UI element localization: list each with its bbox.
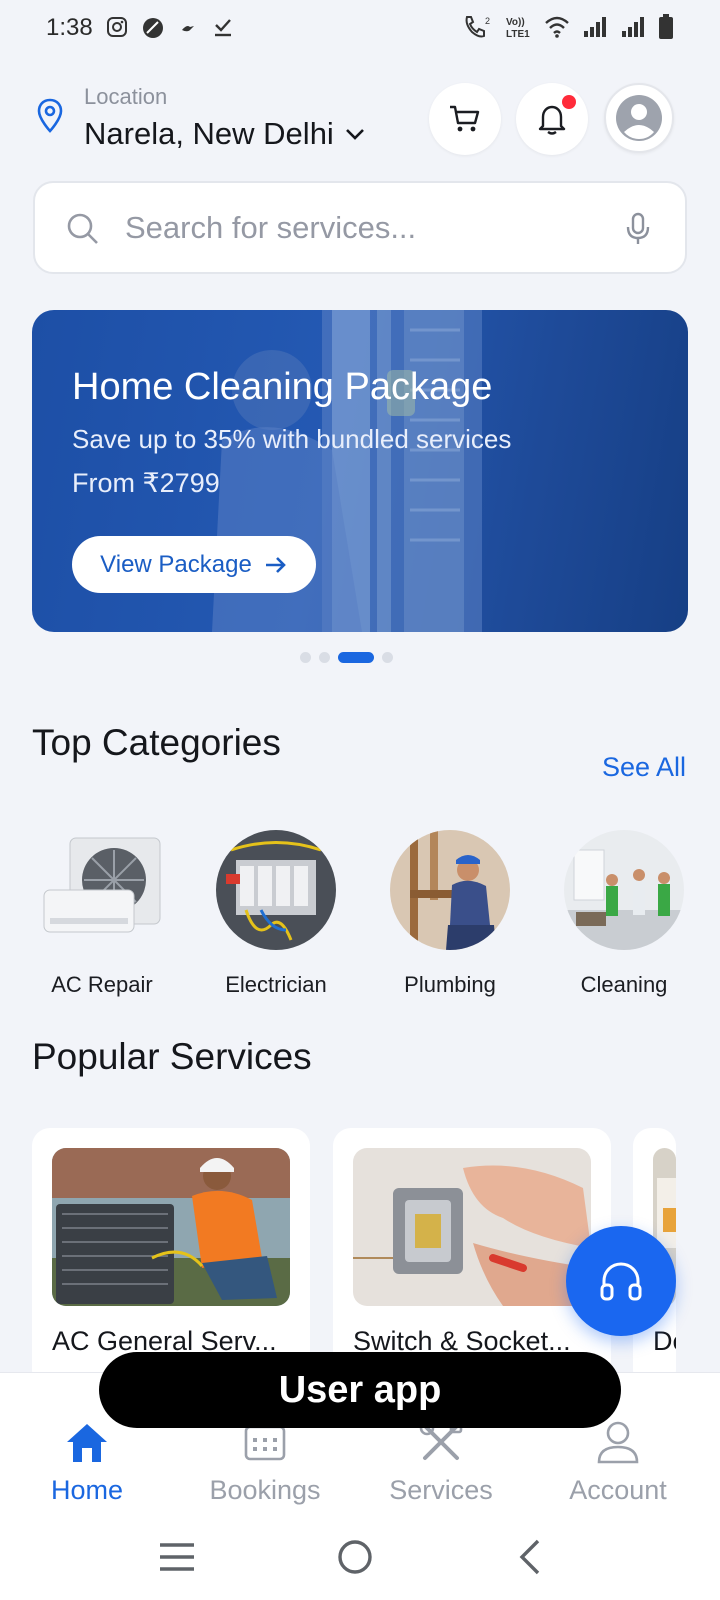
- chevron-down-icon: [345, 129, 364, 140]
- category-label: Plumbing: [404, 972, 496, 997]
- switch-service-image: [353, 1148, 591, 1306]
- nav-account[interactable]: Account: [543, 1417, 693, 1506]
- category-electrician[interactable]: Electrician: [196, 830, 356, 998]
- banner-subtitle: Save up to 35% with bundled services: [72, 424, 512, 454]
- recent-apps-icon[interactable]: [158, 1540, 196, 1574]
- wifi-icon: [545, 16, 569, 38]
- category-label: Cleaning: [580, 972, 668, 997]
- banner-title: Home Cleaning Package: [72, 366, 493, 408]
- svg-text:LTE1: LTE1: [506, 29, 530, 40]
- user-avatar-icon: [616, 95, 662, 141]
- category-cleaning[interactable]: Cleaning: [544, 830, 704, 998]
- calendar-icon: [244, 1425, 286, 1461]
- volte-call-icon: 2: [465, 16, 490, 38]
- back-icon[interactable]: [516, 1538, 542, 1576]
- location-label: Location: [84, 84, 168, 109]
- home-circle-icon[interactable]: [336, 1538, 374, 1576]
- search-icon: [67, 213, 98, 244]
- nav-home[interactable]: Home: [12, 1417, 162, 1506]
- see-all-link[interactable]: See All: [602, 752, 686, 783]
- check-icon: [215, 19, 231, 37]
- bell-icon: [538, 105, 566, 135]
- location-selector[interactable]: Narela, New Delhi: [84, 116, 366, 152]
- home-icon: [67, 1424, 107, 1462]
- bird-icon: [182, 26, 194, 32]
- nav-label: Bookings: [209, 1475, 321, 1505]
- profile-button[interactable]: [604, 83, 674, 153]
- signal-icon: [622, 17, 644, 37]
- app-icon: [143, 18, 163, 38]
- battery-icon: [659, 14, 673, 39]
- category-ac-repair[interactable]: AC Repair: [22, 830, 182, 998]
- search-bar[interactable]: [33, 181, 687, 274]
- signal-icon: [584, 17, 606, 37]
- category-plumbing[interactable]: Plumbing: [370, 830, 530, 998]
- category-label: AC Repair: [51, 972, 153, 997]
- lte-icon: Vo)) LTE1: [506, 17, 530, 40]
- plumbing-image: [390, 830, 510, 950]
- headphones-icon: [600, 1262, 642, 1301]
- cart-icon: [450, 105, 480, 132]
- carousel-dot[interactable]: [382, 652, 393, 663]
- nav-label: Account: [569, 1475, 667, 1505]
- person-icon: [597, 1421, 639, 1464]
- arrow-right-icon: [265, 556, 286, 573]
- status-bar: 1:38 2 Vo)) LTE1: [0, 0, 720, 60]
- ac-service-image: [52, 1148, 290, 1306]
- carousel-dot-active[interactable]: [338, 652, 374, 663]
- svg-text:2: 2: [485, 16, 490, 26]
- nav-services[interactable]: Services: [366, 1417, 516, 1506]
- overlay-caption: User app: [99, 1352, 621, 1428]
- notification-dot: [562, 95, 576, 109]
- banner-price: From ₹2799: [72, 468, 220, 498]
- location-pin-icon: [37, 98, 63, 133]
- ac-repair-image: [42, 830, 162, 950]
- view-package-label: View Package: [100, 550, 252, 578]
- svg-text:Vo)): Vo)): [506, 17, 525, 28]
- service-card[interactable]: Switch & Socket...: [333, 1128, 611, 1388]
- electrician-image: [216, 830, 336, 950]
- view-package-button[interactable]: View Package: [72, 536, 316, 593]
- support-button[interactable]: [566, 1226, 676, 1336]
- location-value: Narela, New Delhi: [84, 116, 334, 151]
- status-right: 2 Vo)) LTE1: [462, 14, 674, 40]
- notifications-button[interactable]: [516, 83, 588, 155]
- carousel-indicator: [300, 652, 393, 663]
- mic-icon[interactable]: [625, 211, 651, 247]
- category-label: Electrician: [225, 972, 327, 997]
- instagram-icon: [107, 17, 127, 37]
- cleaning-image: [564, 830, 684, 950]
- nav-label: Home: [50, 1475, 124, 1505]
- nav-bookings[interactable]: Bookings: [190, 1417, 340, 1506]
- popular-services-title: Popular Services: [32, 1036, 312, 1077]
- promo-banner[interactable]: Home Cleaning Package Save up to 35% wit…: [32, 310, 688, 632]
- status-time: 1:38: [46, 14, 93, 41]
- nav-label: Services: [389, 1475, 493, 1505]
- system-navigation-bar: [0, 1520, 720, 1600]
- cart-button[interactable]: [429, 83, 501, 155]
- carousel-dot[interactable]: [300, 652, 311, 663]
- search-input[interactable]: [125, 205, 595, 251]
- service-card[interactable]: AC General Serv...: [32, 1128, 310, 1388]
- top-categories-title: Top Categories: [32, 722, 281, 763]
- carousel-dot[interactable]: [319, 652, 330, 663]
- service-title: De: [653, 1326, 676, 1356]
